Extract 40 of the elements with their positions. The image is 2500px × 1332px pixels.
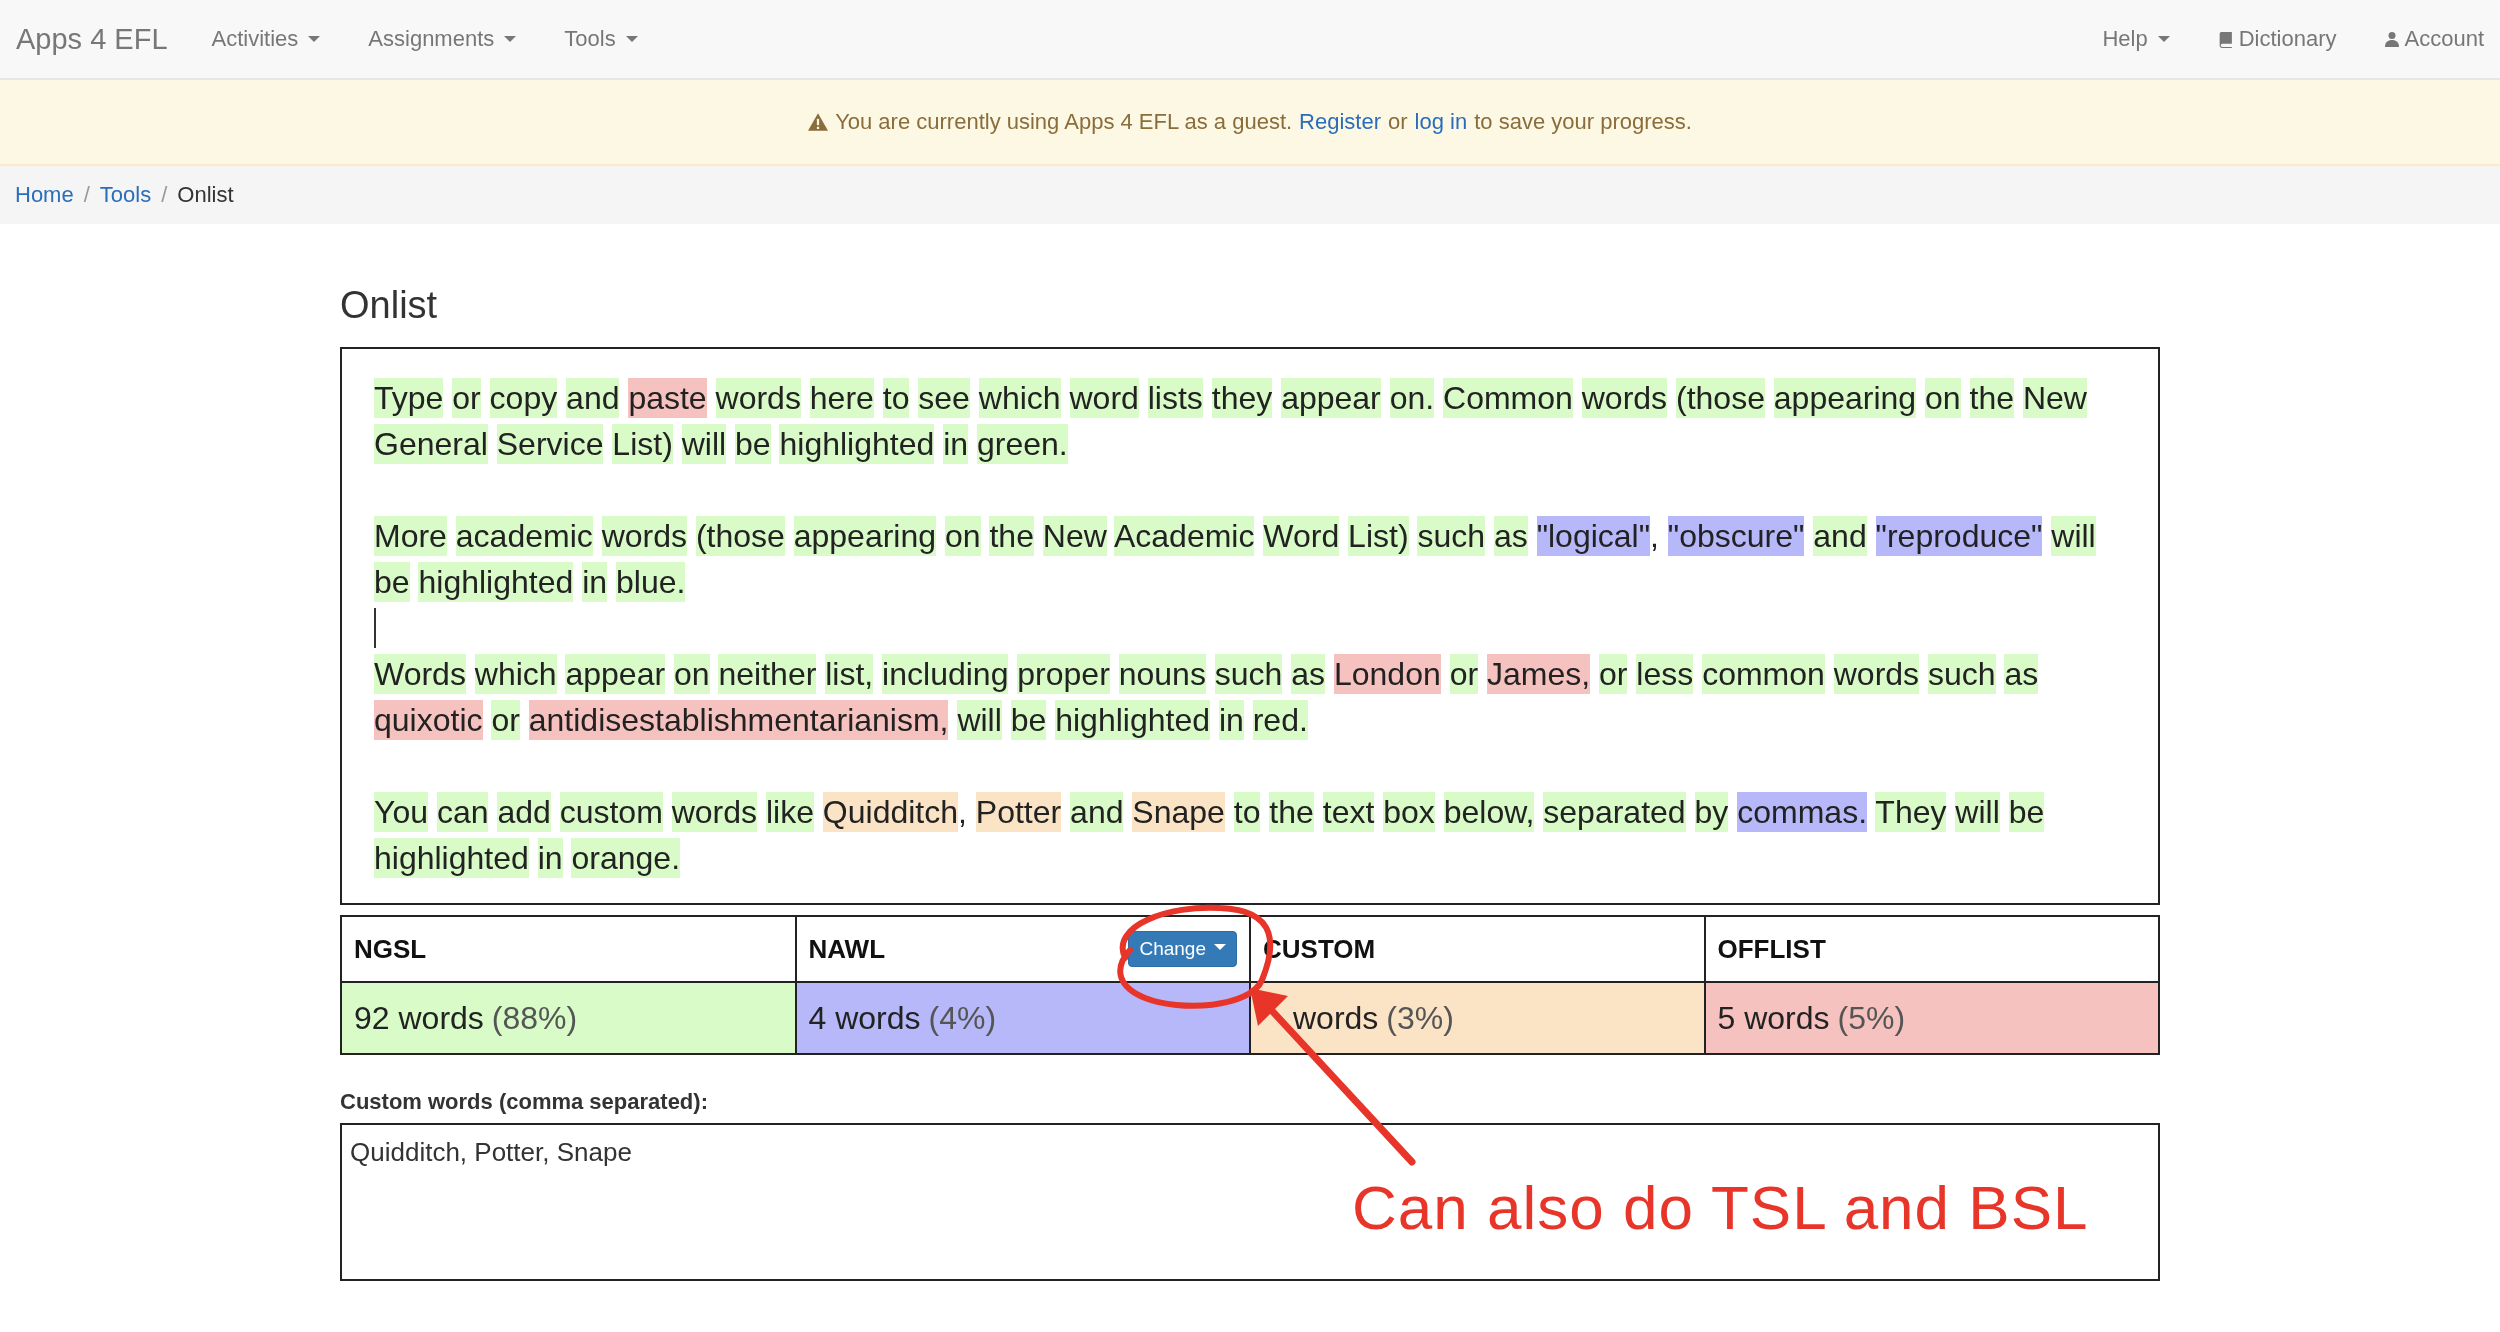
breadcrumb-separator: /: [83, 182, 90, 208]
page-title: Onlist: [340, 284, 439, 327]
text-editor[interactable]: [340, 347, 2160, 905]
editor-paragraph: More academic words (those appearing on the New Academic Word List) such as "logical", "obscure" and "reproduce" will be highlighted in blue.: [374, 515, 2097, 604]
annotation-text: Can also do TSL and BSL: [1352, 1172, 2089, 1243]
login-link[interactable]: log in: [1414, 109, 1468, 135]
word-count: 5 words: [1717, 999, 1830, 1037]
nav-link[interactable]: Help: [2102, 26, 2170, 52]
word-count: 92 words: [354, 999, 484, 1037]
editor-paragraph: You can add custom words like Quidditch, Potter and Snape to the text box below, separated by commas. They will be highlighted in orange.: [374, 791, 2046, 880]
breadcrumb-item: Onlist: [177, 182, 234, 208]
percentage: (5%): [1837, 999, 1906, 1037]
user-icon: [2384, 31, 2399, 47]
alert-text: to save your progress.: [1474, 109, 1692, 135]
percentage: (4%): [928, 999, 997, 1037]
breadcrumb-item[interactable]: Tools: [99, 182, 152, 208]
register-link[interactable]: Register: [1299, 109, 1382, 135]
nav-link[interactable]: Dictionary: [2217, 26, 2337, 52]
list-name: NAWL: [808, 933, 886, 965]
nav-menu[interactable]: Assignments: [368, 26, 517, 52]
editor-paragraph: Words which appear on neither list, including proper nouns such as London or James, or less common words such as quixotic or antidisestablishmentarianism, will be highlighted in red.: [374, 653, 2040, 742]
change-list-button[interactable]: Change: [1128, 931, 1237, 967]
alert-text: or: [1388, 109, 1408, 135]
nav-menu[interactable]: Tools: [564, 26, 638, 52]
percentage: (3%): [1386, 999, 1454, 1037]
list-name: OFFLIST: [1717, 933, 1826, 965]
warning-icon: [808, 113, 829, 131]
percentage: (88%): [491, 999, 578, 1037]
book-icon: [2217, 30, 2233, 48]
custom-words-label: Custom words (comma separated):: [340, 1089, 709, 1115]
editor-paragraph: Type or copy and paste words here to see which word lists they appear on. Common words (those appearing on the New General Service List) will be highlighted in green.: [374, 377, 2088, 466]
brand-link[interactable]: Apps 4 EFL: [16, 22, 168, 56]
word-count: words: [1293, 999, 1379, 1037]
alert-text: You are currently using Apps 4 EFL as a guest.: [835, 109, 1293, 135]
word-count: 4 words: [808, 999, 921, 1037]
nav-menu[interactable]: Activities: [211, 26, 321, 52]
breadcrumb-separator: /: [161, 182, 168, 208]
nav-link[interactable]: Account: [2384, 26, 2484, 52]
breadcrumb-item[interactable]: Home: [15, 182, 74, 208]
list-name: NGSL: [354, 933, 427, 965]
